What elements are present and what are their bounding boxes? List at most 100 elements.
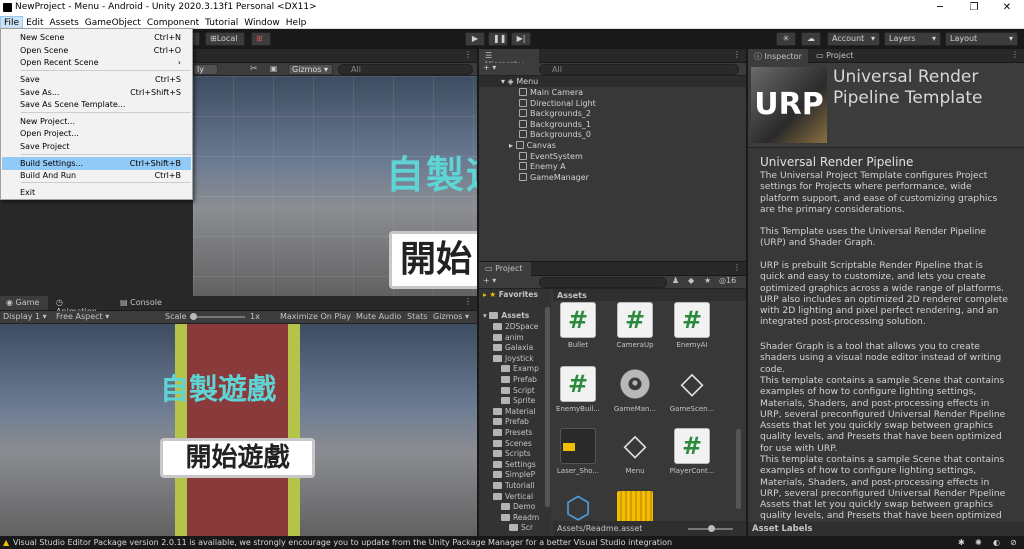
tab-hierarchy[interactable]: ☰ Hierarchy (479, 49, 539, 69)
tree-scrollbar[interactable] (545, 307, 550, 507)
folder-tree-item[interactable]: Examp (479, 364, 539, 375)
tab-game[interactable]: ◉ Game (0, 296, 48, 310)
hierarchy-item[interactable]: Enemy A (479, 161, 746, 172)
layers-dropdown[interactable]: Layers ▾ (884, 32, 941, 46)
asset-item[interactable]: Laser_Sho... (553, 428, 603, 475)
filter-by-type-icon[interactable]: ♟ (672, 276, 679, 285)
account-dropdown[interactable]: Account ▾ (827, 32, 880, 46)
folder-tree-item[interactable]: Demo (479, 502, 535, 513)
minimize-button[interactable]: ─ (923, 0, 957, 16)
folder-tree-item[interactable]: Material (479, 407, 535, 418)
file-menu-item[interactable]: Save Ctrl+S (2, 73, 191, 86)
icon-size-thumb[interactable] (708, 525, 715, 532)
cloud-icon[interactable]: ☁ (801, 32, 821, 46)
scene-search-input[interactable]: All (338, 64, 473, 75)
panel-menu-icon[interactable]: ⋮ (733, 263, 741, 272)
asset-breadcrumb[interactable]: Assets (553, 289, 746, 301)
tab-console[interactable]: ▤ Console (114, 296, 172, 310)
collab-icon[interactable]: ✳ (776, 32, 796, 46)
panel-menu-icon[interactable]: ⋮ (464, 50, 472, 59)
tab-project-secondary[interactable]: ▭ Project (810, 49, 862, 63)
folder-tree-item[interactable]: SimpleP (479, 470, 535, 481)
panel-menu-icon[interactable]: ⋮ (1011, 50, 1019, 59)
folder-tree-item[interactable]: Scenes (479, 439, 532, 450)
folder-tree-item[interactable]: Prefab (479, 375, 537, 386)
folder-tree-item[interactable]: Settings (479, 460, 536, 471)
panel-menu-icon[interactable]: ⋮ (464, 297, 472, 306)
folder-tree-item[interactable]: Joystick (479, 354, 534, 365)
asset-scrollbar[interactable] (736, 429, 741, 509)
asset-item[interactable]: # EnemyBuil... (553, 366, 603, 413)
favorites-row[interactable]: ▸ ★ Favorites (479, 290, 538, 301)
layout-dropdown[interactable]: Layout ▾ (945, 32, 1018, 46)
tab-inspector[interactable]: ⓘ Inspector (748, 49, 808, 63)
folder-tree-item[interactable]: Presets (479, 428, 532, 439)
folder-tree-item[interactable]: Prefab (479, 417, 529, 428)
folder-tree-item[interactable]: Galaxia (479, 343, 533, 354)
file-menu-item[interactable]: New Scene Ctrl+N (2, 31, 191, 44)
folder-tree-item[interactable]: Scr (479, 523, 533, 534)
icon-size-slider[interactable] (688, 525, 733, 532)
folder-tree-item[interactable]: Tutoriall (479, 481, 535, 492)
file-menu-item[interactable]: Open Recent Scene › (2, 56, 191, 69)
hierarchy-item[interactable]: Backgrounds_1 (479, 119, 746, 130)
panel-menu-icon[interactable]: ⋮ (733, 50, 741, 59)
filter-by-label-icon[interactable]: ◆ (688, 276, 694, 285)
scene-viewport[interactable]: 自製遊 開始 (193, 76, 477, 296)
auto-generate-lighting-icon[interactable]: ✺ (975, 536, 982, 549)
asset-labels-bar[interactable]: Asset Labels (748, 522, 1024, 536)
step-button[interactable]: ▶| (511, 32, 531, 46)
mute-audio-toggle[interactable]: Mute Audio (356, 312, 401, 321)
assets-root-row[interactable]: ▾ Assets (479, 311, 529, 322)
play-button[interactable]: ▶ (465, 32, 485, 46)
hierarchy-search-input[interactable]: All (539, 64, 739, 75)
hierarchy-item[interactable]: Backgrounds_0 (479, 129, 746, 140)
project-search-input[interactable] (539, 277, 667, 288)
tools-icon[interactable]: ✂ (250, 64, 258, 74)
folder-tree-item[interactable]: Readm (479, 513, 539, 524)
file-menu-item[interactable]: Save Project (2, 140, 191, 153)
game-viewport[interactable]: 自製遊戲 開始遊戲 (0, 324, 477, 536)
folder-tree-item[interactable]: Script (479, 386, 535, 397)
hierarchy-scene-row[interactable]: ▾ ◈ Menu (479, 76, 746, 87)
game-gizmos-dropdown[interactable]: Gizmos ▾ (433, 312, 469, 321)
hierarchy-item[interactable]: Main Camera (479, 87, 746, 98)
asset-item[interactable]: # EnemyAI (667, 302, 717, 349)
maximize-on-play-toggle[interactable]: Maximize On Play (280, 312, 351, 321)
hierarchy-item[interactable]: EventSystem (479, 151, 746, 162)
file-menu-item[interactable]: Build And Run Ctrl+B (2, 169, 191, 182)
shading-mode-dropdown[interactable]: ly (193, 64, 218, 75)
folder-tree-item[interactable]: anim (479, 333, 524, 344)
collab-status-icon[interactable]: ⊘ (1010, 536, 1017, 549)
folder-tree-item[interactable]: Sprite (479, 396, 535, 407)
hidden-count-badge[interactable]: ◎16 (719, 276, 736, 285)
tab-animation[interactable]: ◷ Animation (50, 296, 112, 316)
asset-item[interactable]: # Bullet (553, 302, 603, 349)
hierarchy-item[interactable]: GameManager (479, 172, 746, 183)
pause-button[interactable]: ❚❚ (488, 32, 508, 46)
scale-slider-thumb[interactable] (190, 313, 197, 320)
add-icon[interactable]: + ▾ (483, 276, 496, 285)
aspect-dropdown[interactable]: Free Aspect ▾ (56, 312, 109, 321)
tab-project[interactable]: ▭ Project (479, 262, 531, 276)
asset-item[interactable]: # CameraUp (610, 302, 660, 349)
file-menu-item[interactable]: Open Project... (2, 127, 191, 140)
favorite-star-icon[interactable]: ★ (704, 276, 711, 285)
progress-icon[interactable]: ◐ (993, 536, 1000, 549)
camera-icon[interactable]: ▣ (270, 64, 278, 73)
local-toggle[interactable]: ⊞Local (205, 32, 245, 46)
gizmos-dropdown[interactable]: Gizmos ▾ (288, 64, 333, 75)
folder-tree-item[interactable]: Vertical (479, 492, 533, 503)
status-message[interactable]: Visual Studio Editor Package version 2.0… (13, 536, 672, 549)
asset-item[interactable]: # PlayerCont... (667, 428, 717, 475)
folder-tree-item[interactable]: 2DSpace (479, 322, 538, 333)
stats-toggle[interactable]: Stats (407, 312, 427, 321)
asset-item[interactable]: ◇ Menu (610, 428, 660, 475)
grid-snap-button[interactable]: ⊞ (251, 32, 271, 46)
hierarchy-item[interactable]: ▸ Canvas (479, 140, 746, 151)
display-dropdown[interactable]: Display 1 ▾ (3, 312, 47, 321)
hierarchy-item[interactable]: Directional Light (479, 98, 746, 109)
folder-tree-item[interactable]: Scripts (479, 449, 531, 460)
maximize-button[interactable]: ❐ (957, 0, 991, 16)
asset-item[interactable]: ◇ GameScen... (667, 366, 717, 413)
